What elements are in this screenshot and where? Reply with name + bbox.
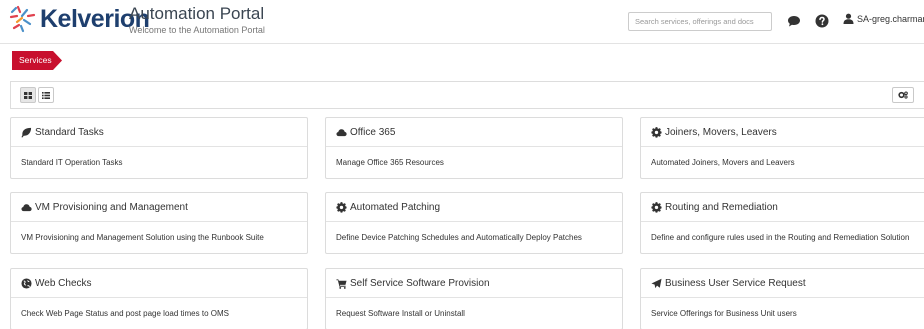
card-title: VM Provisioning and Management <box>35 201 188 213</box>
search-input[interactable] <box>628 12 772 31</box>
card-description: Manage Office 365 Resources <box>336 158 444 167</box>
card-title: Office 365 <box>350 126 396 138</box>
card-header: Standard Tasks <box>11 118 307 147</box>
leaf-icon <box>21 127 32 138</box>
send-icon <box>651 278 662 289</box>
service-card-office-365[interactable]: Office 365 Manage Office 365 Resources <box>325 117 623 179</box>
portal-title: Automation Portal Welcome to the Automat… <box>129 4 265 36</box>
gear-icon <box>651 127 662 138</box>
user-icon <box>843 13 854 24</box>
service-card-standard-tasks[interactable]: Standard Tasks Standard IT Operation Tas… <box>10 117 308 179</box>
list-view-button[interactable] <box>38 87 54 103</box>
card-description: Service Offerings for Business Unit user… <box>651 309 797 318</box>
card-header: Self Service Software Provision <box>326 269 622 298</box>
card-description: VM Provisioning and Management Solution … <box>21 233 264 242</box>
cart-icon <box>336 278 347 289</box>
service-card-business-user-request[interactable]: Business User Service Request Service Of… <box>640 268 924 329</box>
card-description: Standard IT Operation Tasks <box>21 158 123 167</box>
card-description: Automated Joiners, Movers and Leavers <box>651 158 795 167</box>
grid-view-button[interactable] <box>20 87 36 103</box>
card-description: Request Software Install or Uninstall <box>336 309 465 318</box>
chat-icon[interactable] <box>787 14 801 28</box>
card-header: Business User Service Request <box>641 269 924 298</box>
gear-icon <box>651 202 662 213</box>
page-title: Automation Portal <box>129 4 265 23</box>
settings-icon <box>898 91 908 99</box>
settings-button[interactable] <box>892 87 914 103</box>
card-header: Automated Patching <box>326 193 622 222</box>
user-name: SA-greg.charman <box>857 13 924 24</box>
card-header: Web Checks <box>11 269 307 298</box>
card-title: Automated Patching <box>350 201 441 213</box>
card-title: Routing and Remediation <box>665 201 778 213</box>
service-card-automated-patching[interactable]: Automated Patching Define Device Patchin… <box>325 192 623 254</box>
card-title: Self Service Software Provision <box>350 277 490 289</box>
user-menu[interactable]: SA-greg.charman <box>843 13 924 24</box>
card-title: Business User Service Request <box>665 277 806 289</box>
globe-icon <box>21 278 32 289</box>
card-description: Define and configure rules used in the R… <box>651 233 910 242</box>
logo-mark-icon <box>9 5 36 33</box>
card-description: Check Web Page Status and post page load… <box>21 309 229 318</box>
grid-view-icon <box>24 91 32 99</box>
cloud-icon <box>21 202 32 213</box>
cloud-icon <box>336 127 347 138</box>
service-card-web-checks[interactable]: Web Checks Check Web Page Status and pos… <box>10 268 308 329</box>
list-view-icon <box>42 91 50 99</box>
page-subtitle: Welcome to the Automation Portal <box>129 25 265 35</box>
gear-icon <box>336 202 347 213</box>
breadcrumb-services: Services <box>19 55 52 65</box>
card-header: Routing and Remediation <box>641 193 924 222</box>
service-card-self-service-software[interactable]: Self Service Software Provision Request … <box>325 268 623 329</box>
card-header: VM Provisioning and Management <box>11 193 307 222</box>
card-title: Web Checks <box>35 277 92 289</box>
help-icon[interactable] <box>815 14 829 28</box>
view-toolbar <box>10 81 924 109</box>
card-header: Joiners, Movers, Leavers <box>641 118 924 147</box>
service-card-vm-provisioning[interactable]: VM Provisioning and Management VM Provis… <box>10 192 308 254</box>
service-card-joiners-movers-leavers[interactable]: Joiners, Movers, Leavers Automated Joine… <box>640 117 924 179</box>
app-header: Kelverion Automation Portal Welcome to t… <box>0 0 924 44</box>
card-description: Define Device Patching Schedules and Aut… <box>336 233 582 242</box>
card-title: Standard Tasks <box>35 126 104 138</box>
card-header: Office 365 <box>326 118 622 147</box>
card-title: Joiners, Movers, Leavers <box>665 126 777 138</box>
service-card-routing-remediation[interactable]: Routing and Remediation Define and confi… <box>640 192 924 254</box>
